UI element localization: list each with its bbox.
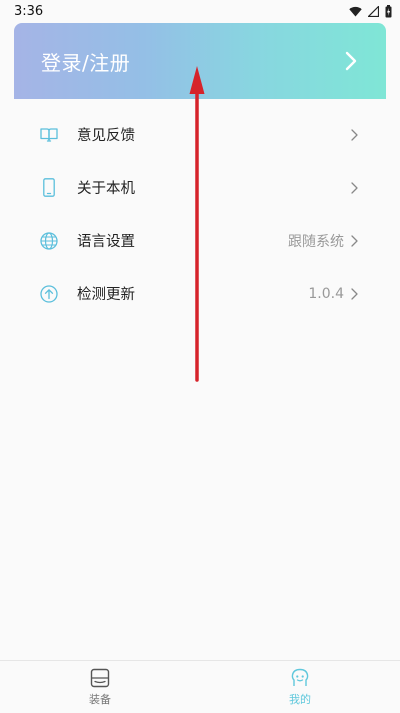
chevron-right-icon — [351, 234, 358, 247]
status-icons — [349, 4, 392, 18]
settings-menu: 意见反馈 关于本机 语言设置 跟随系统 检测更新 1.0.4 — [0, 108, 400, 320]
menu-item-label: 关于本机 — [77, 181, 135, 197]
feedback-book-icon — [40, 126, 58, 144]
menu-item-label: 意见反馈 — [77, 128, 135, 144]
upload-circle-icon — [40, 284, 58, 303]
globe-icon — [40, 231, 58, 250]
profile-head-icon — [291, 668, 309, 686]
menu-item-check-update[interactable]: 检测更新 1.0.4 — [0, 267, 400, 320]
swipe-up-arrow-annotation — [189, 66, 205, 382]
signal-icon — [368, 5, 379, 17]
tab-equipment[interactable]: 装备 — [0, 661, 200, 713]
device-icon — [90, 668, 110, 687]
login-register-label: 登录/注册 — [41, 50, 131, 75]
chevron-right-icon — [351, 287, 358, 300]
menu-item-label: 检测更新 — [77, 287, 135, 303]
tab-mine[interactable]: 我的 — [200, 661, 400, 713]
menu-item-value: 跟随系统 — [288, 233, 344, 250]
wifi-icon — [349, 6, 362, 16]
battery-icon — [385, 4, 392, 17]
tab-label: 装备 — [89, 692, 111, 706]
menu-item-about-device[interactable]: 关于本机 — [0, 161, 400, 214]
login-register-banner[interactable]: 登录/注册 — [14, 23, 386, 99]
menu-item-feedback[interactable]: 意见反馈 — [0, 108, 400, 161]
menu-item-language[interactable]: 语言设置 跟随系统 — [0, 214, 400, 267]
chevron-right-icon — [351, 181, 358, 194]
menu-item-label: 语言设置 — [77, 234, 135, 250]
menu-item-value: 1.0.4 — [308, 285, 344, 302]
status-bar: 3:36 — [0, 0, 400, 22]
bottom-navigation: 装备 我的 — [0, 660, 400, 713]
chevron-right-icon — [345, 51, 357, 71]
chevron-right-icon — [351, 128, 358, 141]
tab-label: 我的 — [289, 692, 311, 706]
phone-icon — [40, 178, 58, 197]
status-time: 3:36 — [14, 3, 44, 19]
